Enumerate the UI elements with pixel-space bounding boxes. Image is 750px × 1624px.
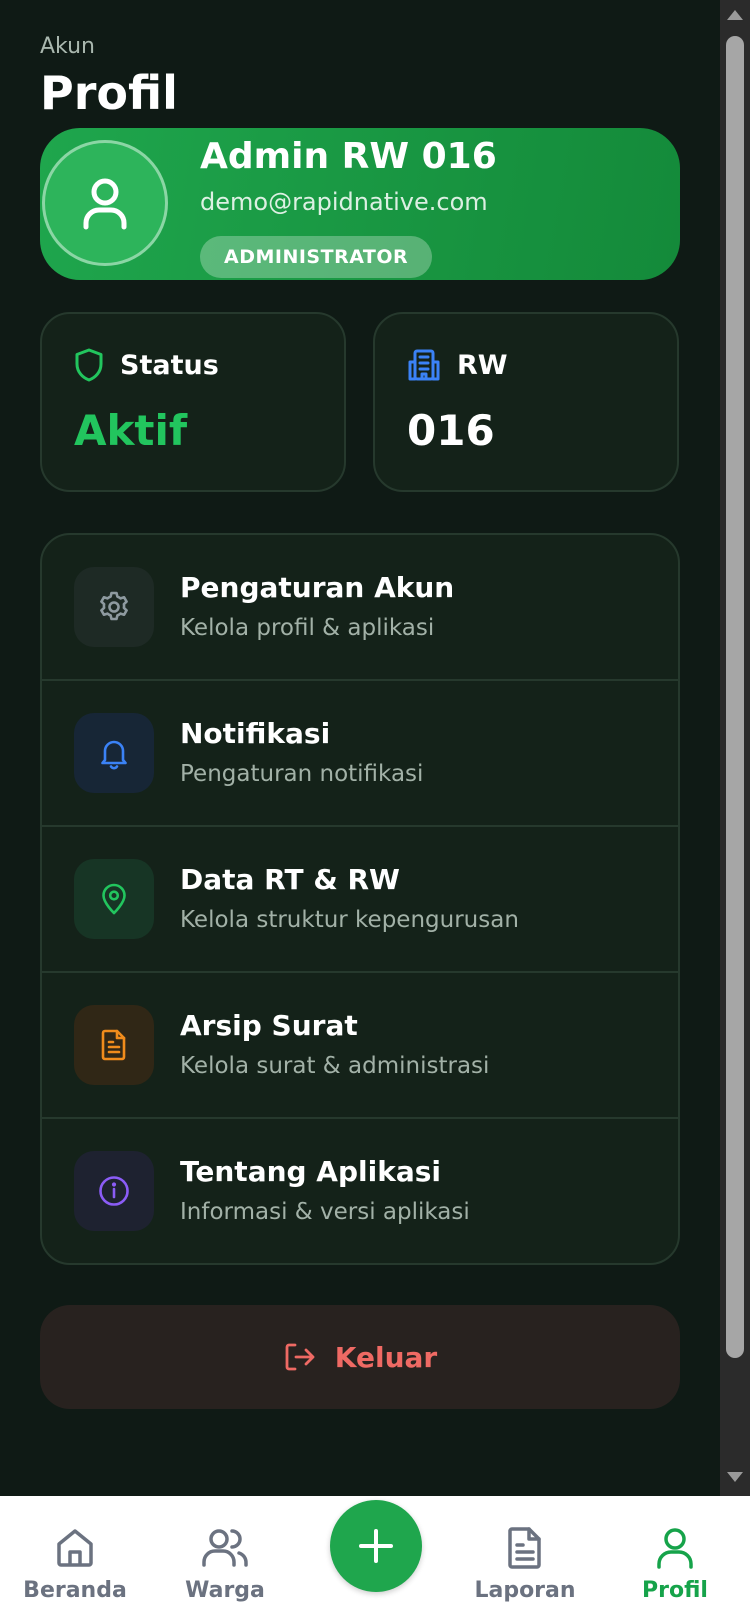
menu-subtitle: Pengaturan notifikasi — [180, 761, 424, 787]
tab-warga[interactable]: Warga — [150, 1526, 300, 1624]
status-label: Status — [120, 349, 219, 381]
tab-label: Laporan — [474, 1578, 576, 1603]
status-card: Status Aktif — [40, 312, 346, 492]
menu-icon-box — [74, 1151, 154, 1231]
menu-item-account-settings[interactable]: Pengaturan Akun Kelola profil & aplikasi — [42, 535, 678, 681]
role-badge: ADMINISTRATOR — [200, 236, 433, 278]
menu-title: Pengaturan Akun — [180, 571, 455, 604]
menu-title: Data RT & RW — [180, 863, 400, 896]
menu-item-letter-archive[interactable]: Arsip Surat Kelola surat & administrasi — [42, 973, 678, 1119]
menu-icon-box — [74, 859, 154, 939]
menu-icon-box — [74, 567, 154, 647]
profile-name: Admin RW 016 — [200, 136, 497, 177]
tab-beranda[interactable]: Beranda — [0, 1526, 150, 1624]
menu-icon-box — [74, 1005, 154, 1085]
menu-title: Tentang Aplikasi — [180, 1155, 441, 1188]
tab-label: Beranda — [23, 1578, 127, 1603]
tab-profil[interactable]: Profil — [600, 1526, 750, 1624]
plus-icon — [359, 1529, 393, 1563]
scrollbar-thumb[interactable] — [726, 36, 744, 1358]
bell-icon — [101, 740, 127, 770]
tab-laporan[interactable]: Laporan — [450, 1526, 600, 1624]
menu-subtitle: Kelola surat & administrasi — [180, 1053, 490, 1079]
menu-subtitle: Kelola profil & aplikasi — [180, 615, 435, 641]
profile-card[interactable]: Admin RW 016 demo@rapidnative.com ADMINI… — [40, 128, 680, 280]
logout-button[interactable]: Keluar — [40, 1305, 680, 1409]
user-icon — [83, 178, 127, 230]
scrollbar[interactable] — [720, 0, 750, 1496]
avatar — [42, 140, 168, 266]
menu-subtitle: Kelola struktur kepengurusan — [180, 907, 519, 933]
scroll-up-arrow-icon[interactable] — [727, 10, 743, 20]
logout-label: Keluar — [334, 1340, 438, 1374]
menu-title: Notifikasi — [180, 717, 331, 750]
menu-title: Arsip Surat — [180, 1009, 358, 1042]
add-button[interactable] — [330, 1500, 422, 1592]
settings-menu: Pengaturan Akun Kelola profil & aplikasi… — [40, 533, 680, 1265]
info-icon — [99, 1176, 129, 1206]
page-title: Profil — [40, 66, 178, 120]
status-value: Aktif — [74, 406, 188, 455]
tab-label: Profil — [642, 1578, 708, 1603]
menu-icon-box — [74, 713, 154, 793]
menu-item-about-app[interactable]: Tentang Aplikasi Informasi & versi aplik… — [42, 1119, 678, 1263]
scroll-down-arrow-icon[interactable] — [727, 1472, 743, 1482]
logout-icon — [285, 1343, 315, 1371]
document-icon — [101, 1029, 126, 1061]
rw-value: 016 — [407, 406, 495, 455]
building-icon — [408, 349, 440, 381]
page-eyebrow: Akun — [40, 34, 95, 59]
home-icon — [57, 1529, 93, 1567]
gear-icon — [100, 591, 128, 621]
users-icon — [202, 1529, 248, 1567]
user-icon — [657, 1528, 693, 1569]
profile-screen: Akun Profil Admin RW 016 demo@rapidnativ… — [0, 0, 720, 1496]
map-pin-icon — [102, 883, 126, 915]
rw-card: RW 016 — [373, 312, 679, 492]
menu-item-notifications[interactable]: Notifikasi Pengaturan notifikasi — [42, 681, 678, 827]
report-icon — [508, 1527, 541, 1569]
menu-item-rt-rw-data[interactable]: Data RT & RW Kelola struktur kepengurusa… — [42, 827, 678, 973]
menu-subtitle: Informasi & versi aplikasi — [180, 1199, 470, 1225]
profile-email: demo@rapidnative.com — [200, 188, 488, 216]
shield-icon — [75, 348, 103, 382]
rw-label: RW — [457, 349, 508, 381]
tab-label: Warga — [185, 1578, 265, 1603]
